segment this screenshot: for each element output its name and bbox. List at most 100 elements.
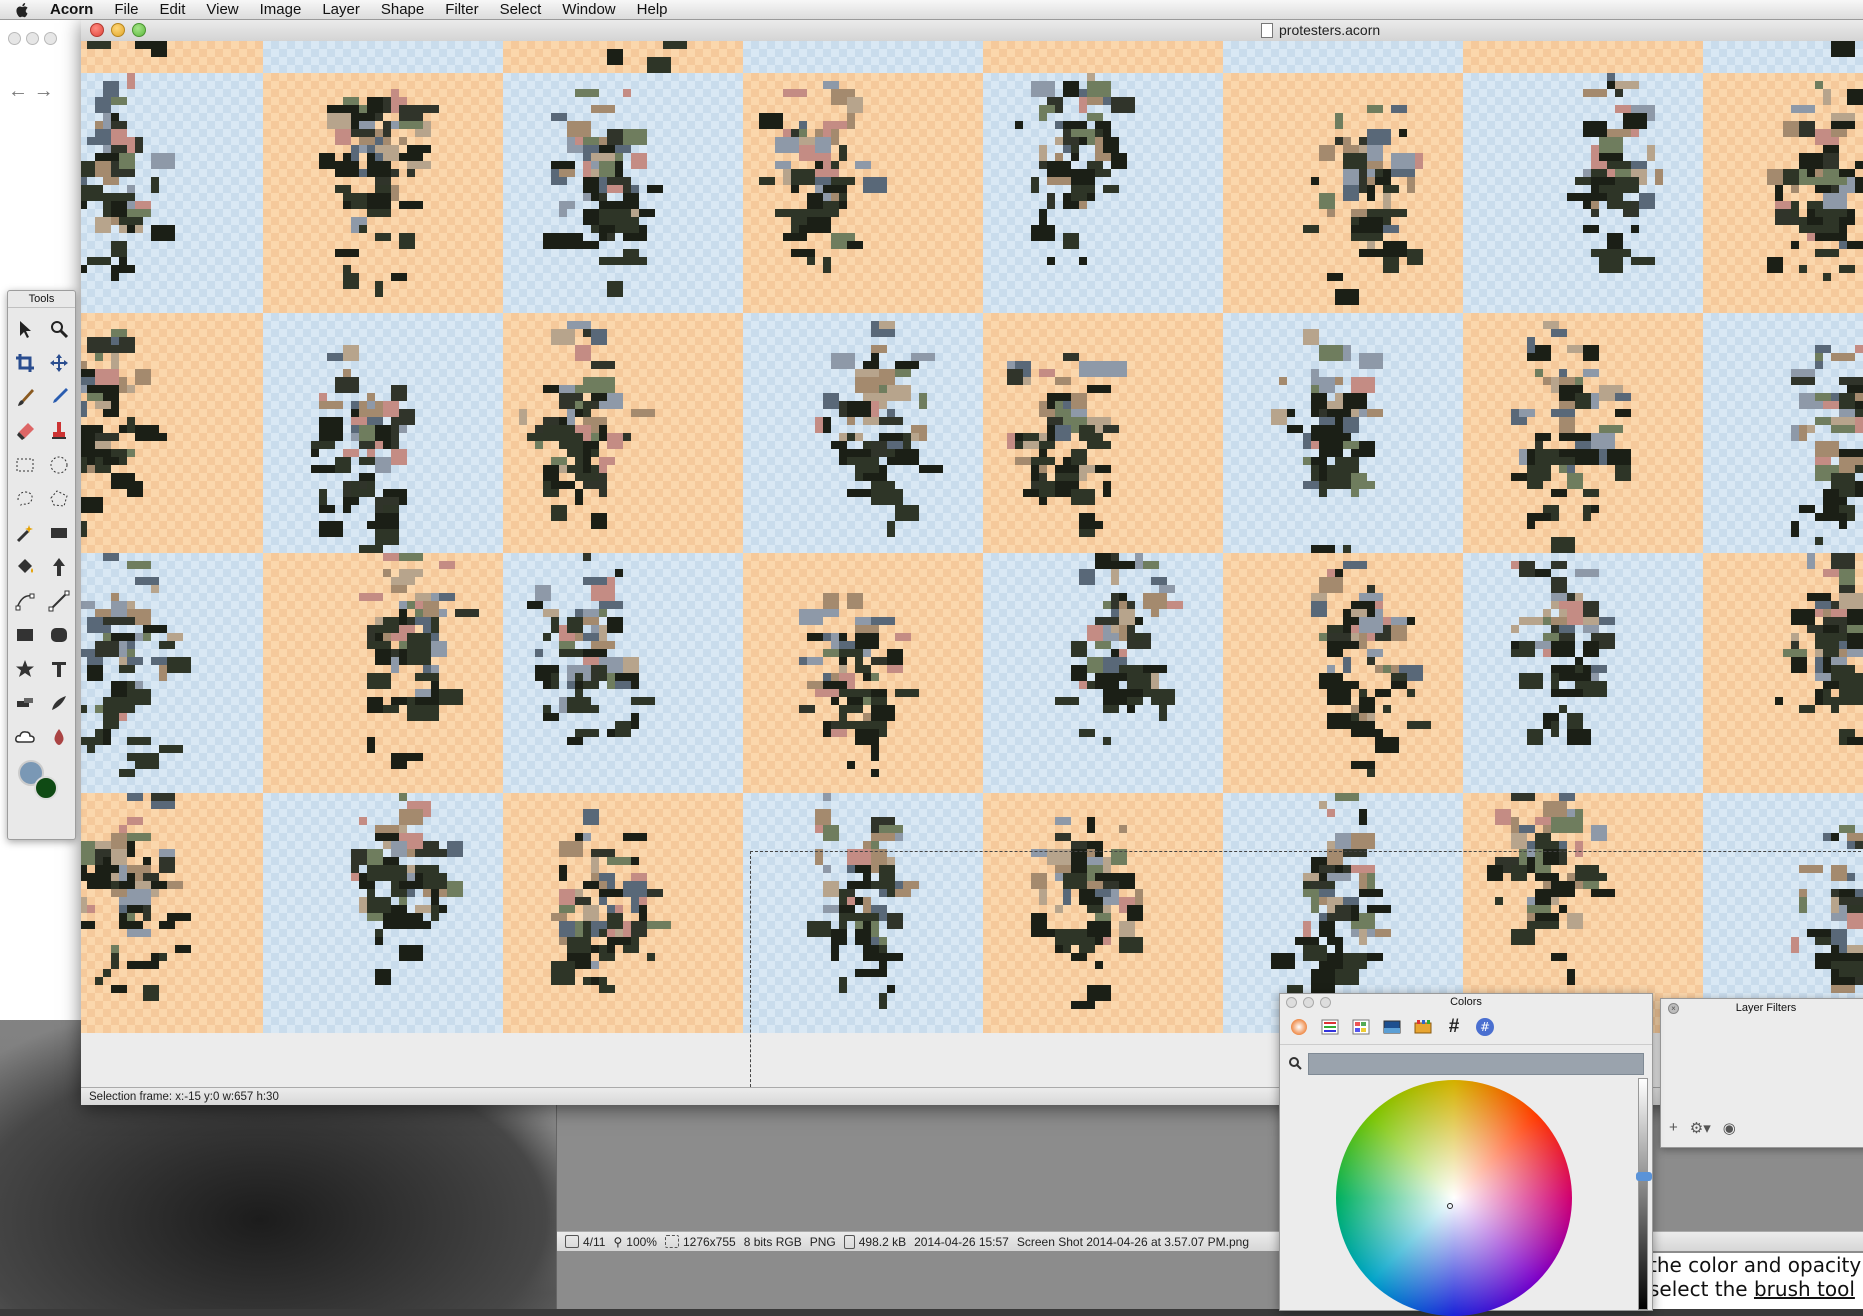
document-icon <box>1261 22 1273 38</box>
menu-shape[interactable]: Shape <box>381 1 424 18</box>
brush-icon[interactable] <box>12 384 38 410</box>
protester-figure <box>81 793 191 1001</box>
sprite-frame <box>81 553 263 793</box>
color-wheel-cursor[interactable] <box>1447 1203 1453 1209</box>
sprite-frame <box>503 313 743 553</box>
magic-wand-icon[interactable] <box>12 520 38 546</box>
rounded-rect-icon[interactable] <box>46 622 72 648</box>
menu-select[interactable]: Select <box>500 1 542 18</box>
layer-filters-title: Layer Filters <box>1735 1002 1797 1014</box>
clone-stamp-icon[interactable] <box>46 418 72 444</box>
sprite-frame <box>743 553 983 793</box>
window-title-text: protesters.acorn <box>1279 22 1381 38</box>
menu-image[interactable]: Image <box>260 1 302 18</box>
protester-figure <box>743 41 983 73</box>
menu-view[interactable]: View <box>206 1 238 18</box>
menu-file[interactable]: File <box>114 1 138 18</box>
rect-select-icon[interactable] <box>12 452 38 478</box>
colors-title: Colors <box>1450 996 1482 1008</box>
paint-bucket-icon[interactable] <box>12 554 38 580</box>
menu-app[interactable]: Acorn <box>50 1 93 18</box>
burn-icon[interactable] <box>46 690 72 716</box>
sprite-frame <box>1223 553 1463 793</box>
menu-edit[interactable]: Edit <box>160 1 186 18</box>
protester-figure <box>311 345 415 553</box>
menu-help[interactable]: Help <box>637 1 668 18</box>
gradient-icon[interactable] <box>46 554 72 580</box>
protester-figure <box>87 41 167 57</box>
color-search-input[interactable] <box>1308 1053 1644 1075</box>
zoom-level[interactable]: ⚲ 100% <box>613 1232 657 1251</box>
protester-figure <box>1271 329 1383 553</box>
layer-filters-title-bar: × Layer Filters <box>1661 999 1863 1017</box>
rect-shape-icon[interactable] <box>12 622 38 648</box>
sprite-frame <box>503 41 743 73</box>
move-icon[interactable] <box>46 350 72 376</box>
eraser-icon[interactable] <box>12 418 38 444</box>
image-canvas[interactable] <box>81 41 1863 1091</box>
sprite-frame <box>1463 553 1703 793</box>
sprite-frame <box>263 553 503 793</box>
preview-icon[interactable]: ◉ <box>1723 1119 1736 1137</box>
hex-icon[interactable]: # <box>1443 1016 1465 1038</box>
blur-icon[interactable] <box>46 724 72 750</box>
polygon-lasso-icon[interactable] <box>46 486 72 512</box>
sprite-frame <box>81 793 263 1033</box>
forward-icon[interactable]: → <box>34 80 54 102</box>
cloud-icon[interactable] <box>12 724 38 750</box>
brightness-slider-knob[interactable] <box>1636 1172 1652 1181</box>
sprite-frame <box>81 313 263 553</box>
color-wheel-icon[interactable] <box>1288 1016 1310 1038</box>
minimize-button[interactable] <box>111 23 125 37</box>
text-icon[interactable] <box>46 656 72 682</box>
lasso-icon[interactable] <box>12 486 38 512</box>
hex-circle-icon[interactable]: # <box>1474 1016 1496 1038</box>
ellipse-select-icon[interactable] <box>46 452 72 478</box>
title-bar: protesters.acorn <box>81 19 1863 42</box>
crayons-icon[interactable] <box>1412 1016 1434 1038</box>
menu-window[interactable]: Window <box>562 1 615 18</box>
apple-icon[interactable] <box>14 2 32 18</box>
file-format: PNG <box>809 1234 836 1249</box>
crop-icon[interactable] <box>12 350 38 376</box>
select-arrow-icon[interactable] <box>12 316 38 342</box>
crop-frame-icon <box>664 1235 679 1248</box>
palettes-icon[interactable] <box>1350 1016 1372 1038</box>
close-button[interactable] <box>90 23 104 37</box>
pencil-icon[interactable] <box>46 384 72 410</box>
image-palette-icon[interactable] <box>1381 1016 1403 1038</box>
star-icon[interactable] <box>12 656 38 682</box>
background-color-swatch[interactable] <box>34 776 58 800</box>
color-wheel[interactable] <box>1336 1080 1572 1316</box>
layer-filters-panel: × Layer Filters + ⚙▾ ◉ <box>1660 998 1863 1148</box>
bezier-icon[interactable] <box>12 588 38 614</box>
folder-icon <box>565 1235 579 1248</box>
image-index[interactable]: 4/11 <box>565 1232 605 1251</box>
colors-window-controls[interactable] <box>1286 997 1331 1008</box>
smudge-icon[interactable] <box>12 690 38 716</box>
brush-tool-link[interactable]: brush tool <box>1754 1277 1855 1301</box>
sliders-icon[interactable] <box>1319 1016 1341 1038</box>
close-icon[interactable]: × <box>1668 1003 1679 1014</box>
rectangle-icon[interactable] <box>46 520 72 546</box>
zoom-icon[interactable] <box>46 316 72 342</box>
sprite-frame <box>263 73 503 313</box>
add-filter-icon[interactable]: + <box>1669 1119 1678 1137</box>
brightness-slider[interactable] <box>1638 1078 1648 1310</box>
protester-figure <box>1511 561 1615 745</box>
protester-figure <box>759 81 887 273</box>
menu-layer[interactable]: Layer <box>322 1 360 18</box>
back-icon[interactable]: ← <box>8 80 28 102</box>
sprite-frame <box>263 793 503 1033</box>
protester-figure <box>1311 561 1431 777</box>
menu-filter[interactable]: Filter <box>445 1 478 18</box>
protester-figure <box>815 321 943 537</box>
gear-icon[interactable]: ⚙▾ <box>1690 1119 1711 1137</box>
line-icon[interactable] <box>46 588 72 614</box>
file-icon <box>843 1234 855 1249</box>
color-mode-toolbar: # # <box>1280 1010 1652 1045</box>
protester-figure <box>1015 73 1135 265</box>
protester-figure <box>607 41 687 73</box>
sprite-frame <box>1223 313 1463 553</box>
zoom-button[interactable] <box>132 23 146 37</box>
